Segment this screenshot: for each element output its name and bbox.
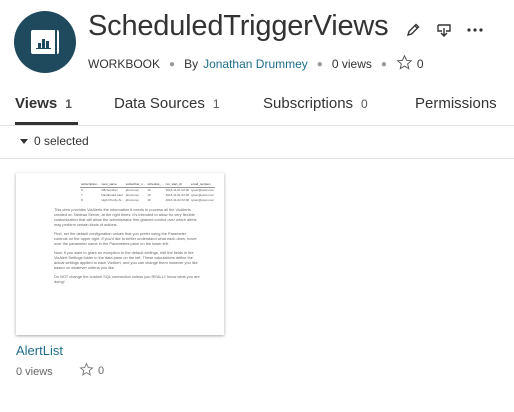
tab-label: Views (15, 95, 58, 112)
separator-dot: ● (316, 58, 323, 70)
view-thumbnail-card[interactable]: subscription... view_name subscriber_n..… (16, 173, 224, 335)
tab-label: Subscriptions (263, 95, 354, 112)
tab-label: Data Sources (114, 95, 205, 112)
more-icon[interactable] (465, 20, 485, 40)
by-label: By (184, 57, 199, 71)
tab-data-sources[interactable]: Data Sources 1 (114, 95, 220, 112)
pencil-icon[interactable] (403, 20, 423, 40)
thumbnail-text: Do NOT change the custom SQL connection … (54, 274, 200, 284)
workbook-avatar (14, 11, 76, 73)
divider (0, 158, 514, 159)
tab-bar: Views 1 Data Sources 1 Subscriptions 0 Perm… (0, 84, 514, 126)
favorites-count: 0 (416, 57, 424, 71)
view-title-link[interactable]: AlertList (16, 343, 63, 358)
star-icon[interactable] (396, 54, 413, 74)
separator-dot: ● (169, 58, 176, 70)
tab-count: 1 (65, 97, 72, 111)
thumbnail-text: This view provides VizAlerts the informa… (54, 207, 197, 227)
caret-down-icon (20, 138, 28, 144)
separator-dot: ● (380, 58, 387, 70)
thumbnail-text: First, set the default configuration val… (54, 231, 197, 246)
tab-permissions[interactable]: Permissions (415, 95, 497, 112)
workbook-icon (31, 30, 59, 54)
tab-views[interactable]: Views 1 (15, 95, 72, 112)
thumbnail-text: Now, if you want to grant an exception t… (54, 250, 198, 270)
tab-count: 1 (212, 97, 220, 111)
view-favorite[interactable]: 0 (79, 362, 104, 380)
view-thumbnail: subscription... view_name subscriber_n..… (54, 182, 216, 284)
thumbnail-table: subscription... view_name subscriber_n..… (80, 182, 216, 202)
selection-label: 0 selected (34, 134, 89, 148)
workbook-type: WORKBOOK (88, 57, 161, 71)
page-title: ScheduledTriggerViews (88, 10, 389, 42)
divider (0, 125, 514, 126)
author-link[interactable]: Jonathan Drummey (203, 57, 308, 71)
tab-count: 0 (361, 97, 368, 111)
star-icon[interactable] (79, 362, 94, 380)
selection-dropdown[interactable]: 0 selected (20, 134, 89, 148)
tab-subscriptions[interactable]: Subscriptions 0 (263, 95, 368, 112)
workbook-meta: WORKBOOK ● By Jonathan Drummey ● 0 views… (88, 54, 424, 74)
workbook-views: 0 views (331, 57, 372, 71)
view-favorites-count: 0 (98, 365, 105, 377)
tab-label: Permissions (415, 95, 497, 112)
download-icon[interactable] (434, 20, 454, 40)
view-views-count: 0 views (16, 366, 53, 378)
